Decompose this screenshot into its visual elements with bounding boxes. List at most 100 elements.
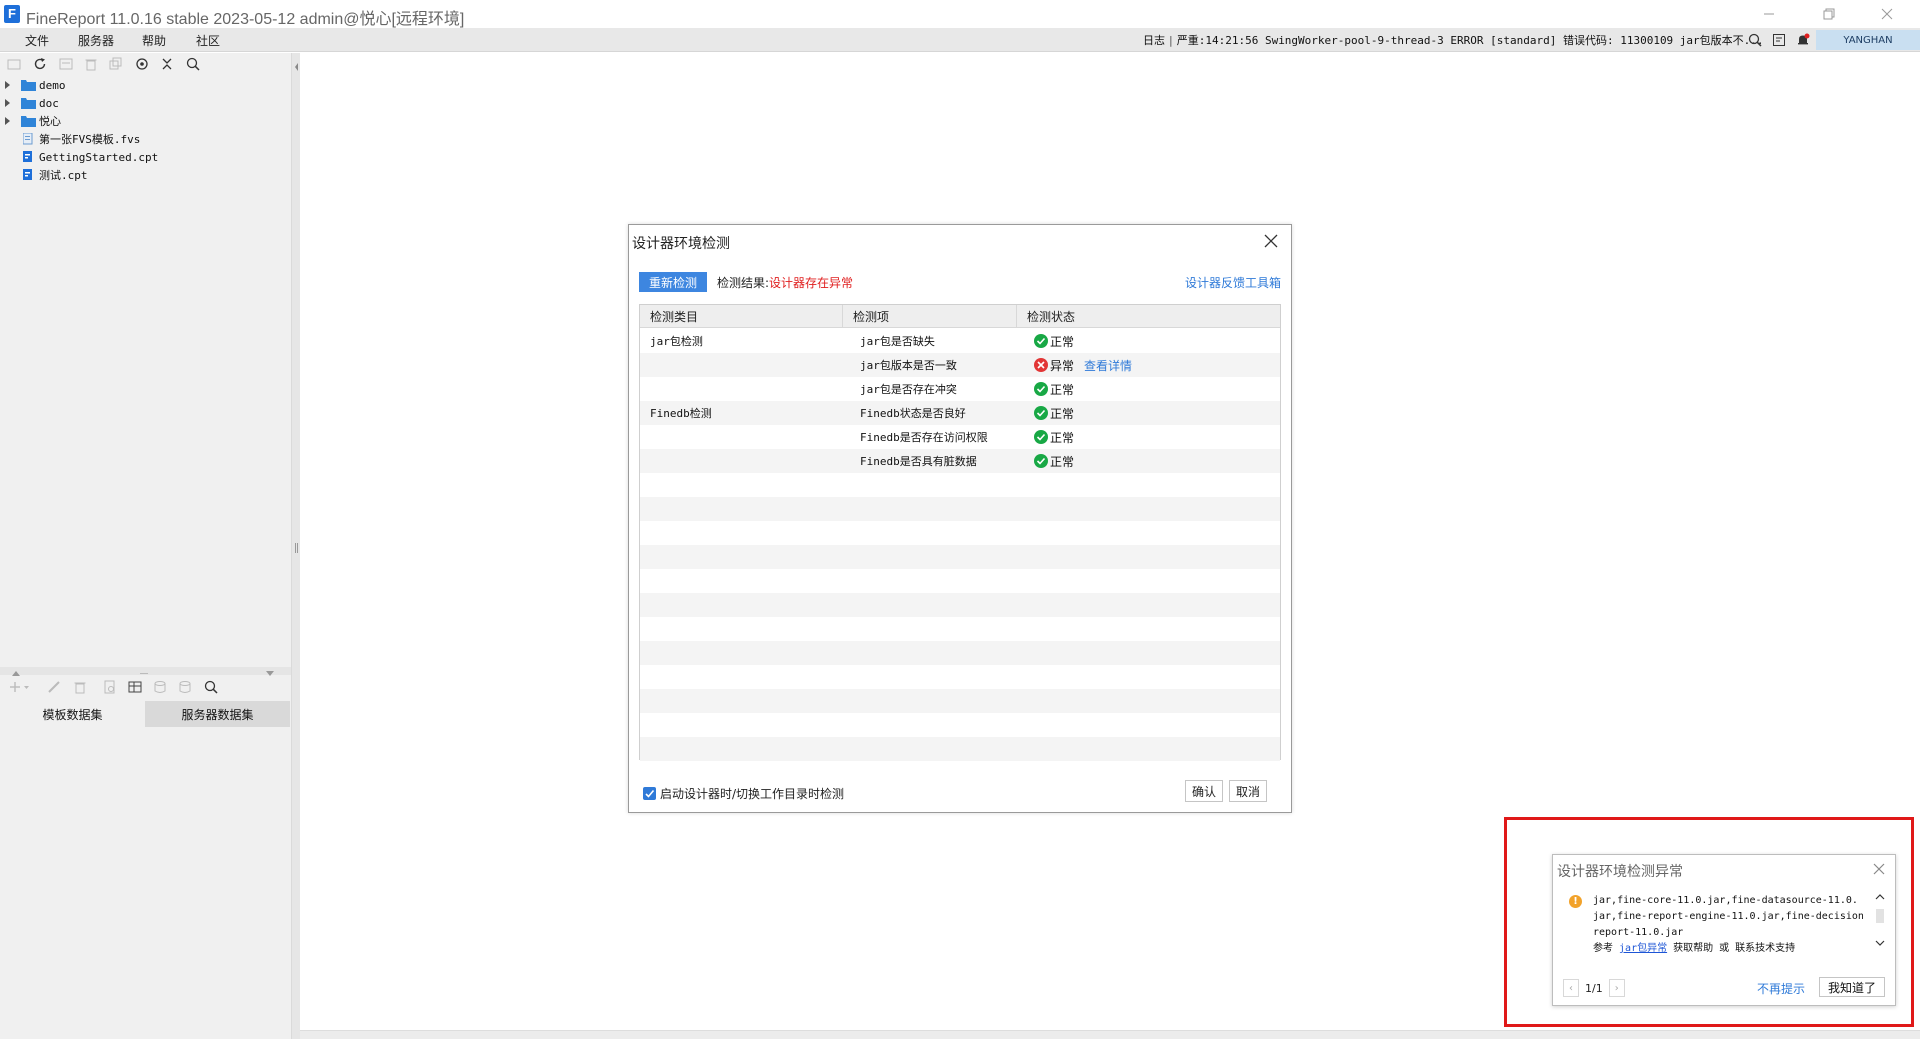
tree-item-label: 测试.cpt — [39, 169, 88, 182]
tree-search-button[interactable] — [185, 56, 201, 72]
collapse-icon — [162, 58, 172, 70]
properties-button[interactable] — [58, 56, 74, 72]
bottom-scrollbar[interactable] — [300, 1030, 1920, 1039]
panel-divider[interactable] — [0, 667, 291, 676]
next-page-button[interactable]: › — [1608, 979, 1625, 997]
check-circle-icon — [1034, 430, 1048, 444]
confirm-button[interactable]: 确认 — [1185, 780, 1223, 802]
dialog-close-button[interactable] — [1261, 231, 1281, 251]
cell-status: 正常 — [1034, 401, 1074, 425]
locate-button[interactable] — [134, 56, 150, 72]
column-header-status: 检测状态 — [1017, 305, 1280, 328]
cpt-file-icon — [23, 169, 32, 180]
got-it-button[interactable]: 我知道了 — [1819, 977, 1885, 997]
tab-template-dataset[interactable]: 模板数据集 — [0, 701, 145, 727]
cell-status: 正常 — [1034, 425, 1074, 449]
menu-server[interactable]: 服务器 — [78, 32, 114, 49]
cell-item: Finedb状态是否良好 — [860, 407, 966, 420]
tab-server-dataset[interactable]: 服务器数据集 — [145, 701, 290, 727]
panel-splitter[interactable] — [291, 53, 300, 1039]
database-icon — [179, 681, 191, 693]
tree-item-doc[interactable]: doc — [0, 94, 291, 112]
menu-help[interactable]: 帮助 — [142, 32, 166, 49]
db-connect-button[interactable] — [152, 679, 168, 695]
new-folder-button[interactable] — [6, 56, 22, 72]
recheck-button[interactable]: 重新检测 — [639, 272, 707, 292]
delete-button[interactable] — [83, 56, 99, 72]
notification-message: jar,fine-core-11.0.jar,fine-datasource-1… — [1593, 893, 1865, 957]
expand-arrow-icon[interactable] — [5, 81, 11, 89]
menu-community[interactable]: 社区 — [196, 32, 220, 49]
search-button[interactable] — [1746, 31, 1764, 49]
tree-item-label: doc — [39, 96, 59, 110]
cell-status: 正常 — [1034, 377, 1074, 401]
tree-item-demo[interactable]: demo — [0, 76, 291, 94]
log-message: 严重:14:21:56 SwingWorker-pool-9-thread-3 … — [1176, 34, 1764, 47]
result-value: 设计器存在异常 — [769, 276, 854, 290]
check-circle-icon — [1034, 406, 1048, 420]
table-row: jar包版本是否一致 异常 查看详情 — [640, 353, 1280, 377]
edit-dataset-button[interactable] — [46, 679, 62, 695]
cell-item: jar包是否存在冲突 — [860, 383, 957, 396]
message-line: jar,fine-core-11.0.jar,fine-datasource-1… — [1593, 895, 1858, 906]
auto-check-checkbox[interactable] — [643, 787, 656, 800]
expand-arrow-icon[interactable] — [5, 117, 11, 125]
target-icon — [136, 58, 148, 70]
add-dataset-button[interactable] — [8, 679, 32, 695]
cell-status: 异常 查看详情 — [1034, 353, 1132, 377]
column-header-item: 检测项 — [843, 305, 1017, 328]
log-detail-button[interactable] — [1770, 31, 1788, 49]
check-circle-icon — [1034, 382, 1048, 396]
dont-show-again-link[interactable]: 不再提示 — [1757, 980, 1805, 997]
result-label: 检测结果:设计器存在异常 — [717, 274, 853, 291]
title-bar: F FineReport 11.0.16 stable 2023-05-12 a… — [0, 0, 1920, 28]
notification-scrollbar[interactable] — [1873, 893, 1887, 949]
user-badge[interactable]: YANGHAN — [1816, 30, 1920, 50]
menu-file[interactable]: 文件 — [25, 32, 49, 49]
delete-dataset-button[interactable] — [72, 679, 88, 695]
refresh-button[interactable] — [32, 56, 48, 72]
dataset-search-button[interactable] — [203, 679, 219, 695]
dataset-tabs: 模板数据集 服务器数据集 — [0, 701, 291, 727]
tree-item-label: GettingStarted.cpt — [39, 150, 159, 164]
auto-check-option[interactable]: 启动设计器时/切换工作目录时检测 — [643, 785, 844, 802]
close-window-button[interactable] — [1864, 0, 1910, 28]
feedback-toolbox-link[interactable]: 设计器反馈工具箱 — [1185, 274, 1281, 291]
status-text: 正常 — [1050, 406, 1075, 421]
notification-close-button[interactable] — [1871, 861, 1887, 877]
dialog-title: 设计器环境检测 — [632, 236, 730, 252]
close-icon — [1264, 234, 1278, 248]
app-logo-icon: F — [4, 5, 20, 23]
cell-category: jar包检测 — [650, 335, 703, 348]
tree-item-test[interactable]: 测试.cpt — [0, 166, 291, 184]
log-status[interactable]: 日志 | 严重:14:21:56 SwingWorker-pool-9-thread… — [1143, 32, 1764, 48]
collapse-button[interactable] — [159, 56, 175, 72]
view-details-link[interactable]: 查看详情 — [1084, 357, 1132, 374]
prev-page-button[interactable]: ‹ — [1563, 979, 1579, 997]
db-cache-button[interactable] — [177, 679, 193, 695]
tree-item-gettingstarted[interactable]: GettingStarted.cpt — [0, 148, 291, 166]
copy-icon — [109, 57, 122, 70]
copy-button[interactable] — [108, 56, 124, 72]
minimize-button[interactable] — [1746, 0, 1792, 28]
folder-icon — [21, 80, 36, 91]
tree-item-yuexin[interactable]: 悦心 — [0, 112, 291, 130]
page-indicator: 1/1 — [1585, 981, 1603, 995]
tree-item-fvs[interactable]: 第一张FVS模板.fvs — [0, 130, 291, 148]
checkmark-icon — [645, 789, 655, 798]
jar-exception-link[interactable]: jar包异常 — [1619, 943, 1667, 954]
notification-button[interactable] — [1794, 31, 1812, 49]
pencil-icon — [48, 681, 60, 693]
expand-arrow-icon[interactable] — [5, 99, 11, 107]
table-row: Finedb检测 Finedb状态是否良好 正常 — [640, 401, 1280, 425]
trash-icon — [85, 59, 97, 71]
cancel-button[interactable]: 取消 — [1229, 780, 1267, 802]
table-row: jar包是否存在冲突 正常 — [640, 377, 1280, 401]
dataset-table-button[interactable] — [127, 679, 143, 695]
cell-item: jar包版本是否一致 — [860, 359, 957, 372]
preview-dataset-button[interactable] — [102, 679, 118, 695]
restore-button[interactable] — [1806, 0, 1852, 28]
scroll-arrows-icon — [1875, 894, 1885, 946]
properties-icon — [59, 58, 73, 70]
status-text: 正常 — [1050, 454, 1075, 469]
